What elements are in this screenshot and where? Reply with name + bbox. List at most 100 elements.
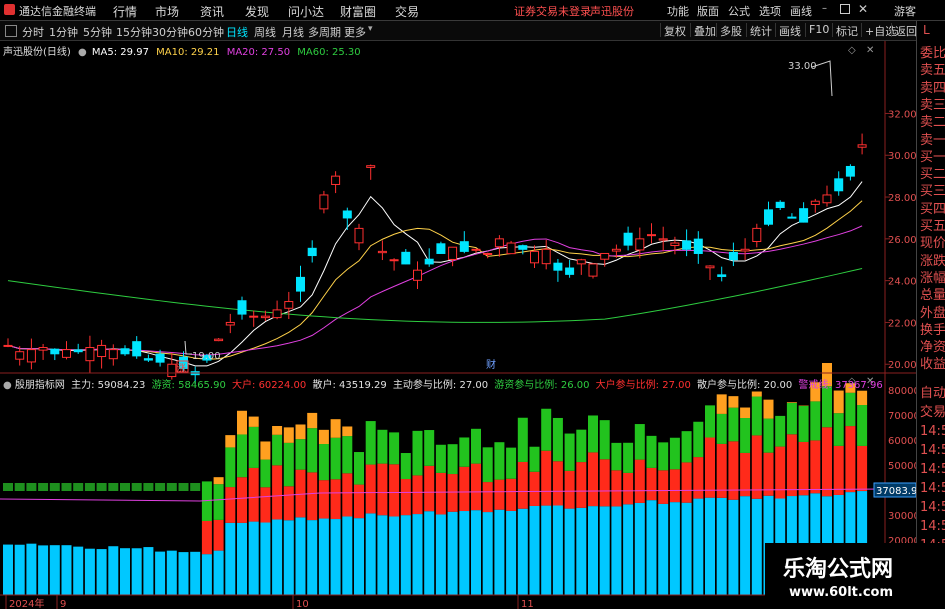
menu-trade[interactable]: 交易 (395, 3, 419, 20)
ma20-value: MA20: 27.50 (226, 47, 291, 58)
low-annotation: 19.00 (192, 351, 221, 362)
menu-quotes[interactable]: 行情 (113, 3, 137, 20)
period-5min[interactable]: 5分钟 (83, 24, 112, 40)
menu-options[interactable]: 选项 (759, 3, 781, 19)
sidebar-label: 买四 (920, 201, 945, 217)
menu-function[interactable]: 功能 (667, 3, 689, 19)
sidebar-label: 收益 (920, 357, 945, 373)
period-weekly[interactable]: 周线 (254, 24, 276, 40)
sidebar-time: 自动 (920, 386, 945, 401)
menu-formula[interactable]: 公式 (728, 3, 750, 19)
period-monthly[interactable]: 月线 (282, 24, 304, 40)
sidebar-time: 14:56 (920, 481, 945, 496)
multi-stock-button[interactable]: 多股 (716, 23, 742, 38)
sidebar-label: 总量 (920, 288, 945, 304)
period-30min[interactable]: 30分钟 (152, 24, 188, 40)
overlay-button[interactable]: 叠加 (690, 23, 716, 38)
back-button[interactable]: 返回 (891, 23, 917, 38)
watermark: 乐淘公式网 www.60lt.com (765, 543, 945, 609)
sidebar-time: 14:56 (920, 519, 945, 534)
f10-button[interactable]: F10 (805, 23, 829, 37)
indicator-legend: ● 殷朋指标网 主力: 59084.23 游资: 58465.90 大户: 60… (3, 376, 883, 391)
ind-youzi: 游资: 58465.90 (151, 380, 226, 391)
menu-news[interactable]: 资讯 (200, 3, 224, 20)
indicator-icon[interactable]: ● (3, 380, 12, 391)
period-15min[interactable]: 15分钟 (116, 24, 152, 40)
ind-alert-line: 警戒线: 37367.96 (798, 380, 883, 391)
quote-sidebar: L 委比 卖五 卖四 卖三 卖二 卖一 买一 买二 买三 买四 买五 现价 涨跌 涨幅 总量 外盘 换手 净资 收益… (916, 21, 945, 609)
sidebar-label: 涨幅 (920, 270, 945, 286)
mark-button[interactable]: 标记 (832, 23, 858, 38)
sidebar-label: 净资 (920, 340, 945, 356)
period-toolbar: 分时 1分钟 5分钟 15分钟 30分钟 60分钟 日线 周线 月线 多周期 更… (0, 21, 945, 41)
ma5-value: MA5: 29.97 (91, 47, 149, 58)
minimize-icon[interactable]: – (822, 4, 832, 14)
sidebar-time: 14:56 (920, 462, 945, 477)
app-logo-icon (4, 4, 15, 15)
menu-wealth[interactable]: 财富圈 (340, 3, 376, 20)
ind-sanhu-ratio: 散户参与比例: 20.00 (697, 380, 793, 391)
adjust-button[interactable]: 复权 (660, 23, 686, 38)
close-icon[interactable]: ✕ (858, 2, 868, 16)
sidebar-time: 14:55 (920, 443, 945, 458)
sidebar-label: 卖五 (920, 63, 945, 79)
period-multi[interactable]: 多周期 (308, 24, 341, 40)
ma60-value: MA60: 25.30 (297, 47, 361, 58)
chevron-down-icon[interactable]: ▾ (368, 24, 373, 34)
login-notice[interactable]: 证券交易未登录 (514, 3, 591, 19)
menu-ask[interactable]: 问小达 (288, 3, 324, 20)
menu-market[interactable]: 市场 (155, 3, 179, 20)
draw-button[interactable]: 画线 (775, 23, 801, 38)
app-title: 通达信金融终端 (19, 5, 96, 18)
watermark-url: www.60lt.com (789, 585, 894, 600)
diamond-icon[interactable]: ◇ (848, 45, 856, 56)
period-fenshi[interactable]: 分时 (22, 24, 44, 40)
sidebar-label: 买一 (920, 149, 945, 165)
stats-button[interactable]: 统计 (746, 23, 772, 38)
price-tick: 26.00 (888, 235, 916, 246)
vol-tick: 70000 (888, 411, 916, 422)
period-1min[interactable]: 1分钟 (49, 24, 78, 40)
price-tick: 28.00 (888, 193, 916, 204)
sidebar-label: 涨跌 (920, 253, 945, 269)
vol-tick: 50000 (888, 461, 916, 472)
event-mark-rise[interactable]: 涨 (177, 363, 186, 374)
menu-discover[interactable]: 发现 (245, 3, 269, 20)
vol-tick: 30000 (888, 511, 916, 522)
menu-draw[interactable]: 画线 (790, 3, 812, 19)
sidebar-label: 外盘 (920, 305, 945, 321)
date-tick: 11 (521, 599, 534, 609)
sidebar-label: 卖三 (920, 97, 945, 113)
kline-chart[interactable]: 32.00 30.00 28.00 26.00 24.00 22.00 20.00 8000… (0, 41, 916, 609)
ind-dahu: 大户: 60224.00 (232, 380, 307, 391)
settings-icon[interactable]: ● (78, 47, 87, 58)
price-tick: 24.00 (888, 277, 916, 288)
guest-label[interactable]: 游客 (894, 3, 916, 19)
ma10-value: MA10: 29.21 (156, 47, 220, 58)
event-mark-finance[interactable]: 财 (486, 358, 496, 371)
sidebar-time: 交易 (920, 405, 945, 420)
chart-title: 声迅股份(日线) (3, 47, 71, 58)
ind-main-ratio: 主动参与比例: 27.00 (392, 380, 489, 391)
sidebar-label: 换手 (920, 322, 945, 338)
sidebar-label: 卖一 (920, 132, 945, 148)
panel-toggle-icon[interactable] (5, 25, 17, 37)
menu-layout[interactable]: 版面 (697, 3, 719, 19)
sidebar-collapse-icon[interactable]: L (923, 23, 930, 37)
date-tick: 2024年 (9, 597, 44, 609)
stock-name: 声迅股份 (590, 5, 634, 18)
period-60min[interactable]: 60分钟 (188, 24, 224, 40)
close-panel-icon[interactable]: ✕ (866, 45, 874, 56)
low-annotation-line (184, 340, 192, 355)
date-tick: 10 (296, 599, 309, 609)
price-legend: 声迅股份(日线) ● MA5: 29.97 MA10: 29.21 MA20: … (3, 43, 361, 58)
vol-tick: 80000 (888, 386, 916, 397)
maximize-icon[interactable] (840, 4, 850, 14)
period-daily[interactable]: 日线 (226, 24, 248, 40)
period-more[interactable]: 更多 (344, 24, 366, 40)
indicator-title: 殷朋指标网 (14, 380, 65, 391)
sidebar-label: 买三 (920, 184, 945, 200)
date-tick: 9 (60, 599, 66, 609)
ind-main: 主力: 59084.23 (71, 380, 146, 391)
ind-dahu-ratio: 大户参与比例: 27.00 (595, 380, 691, 391)
